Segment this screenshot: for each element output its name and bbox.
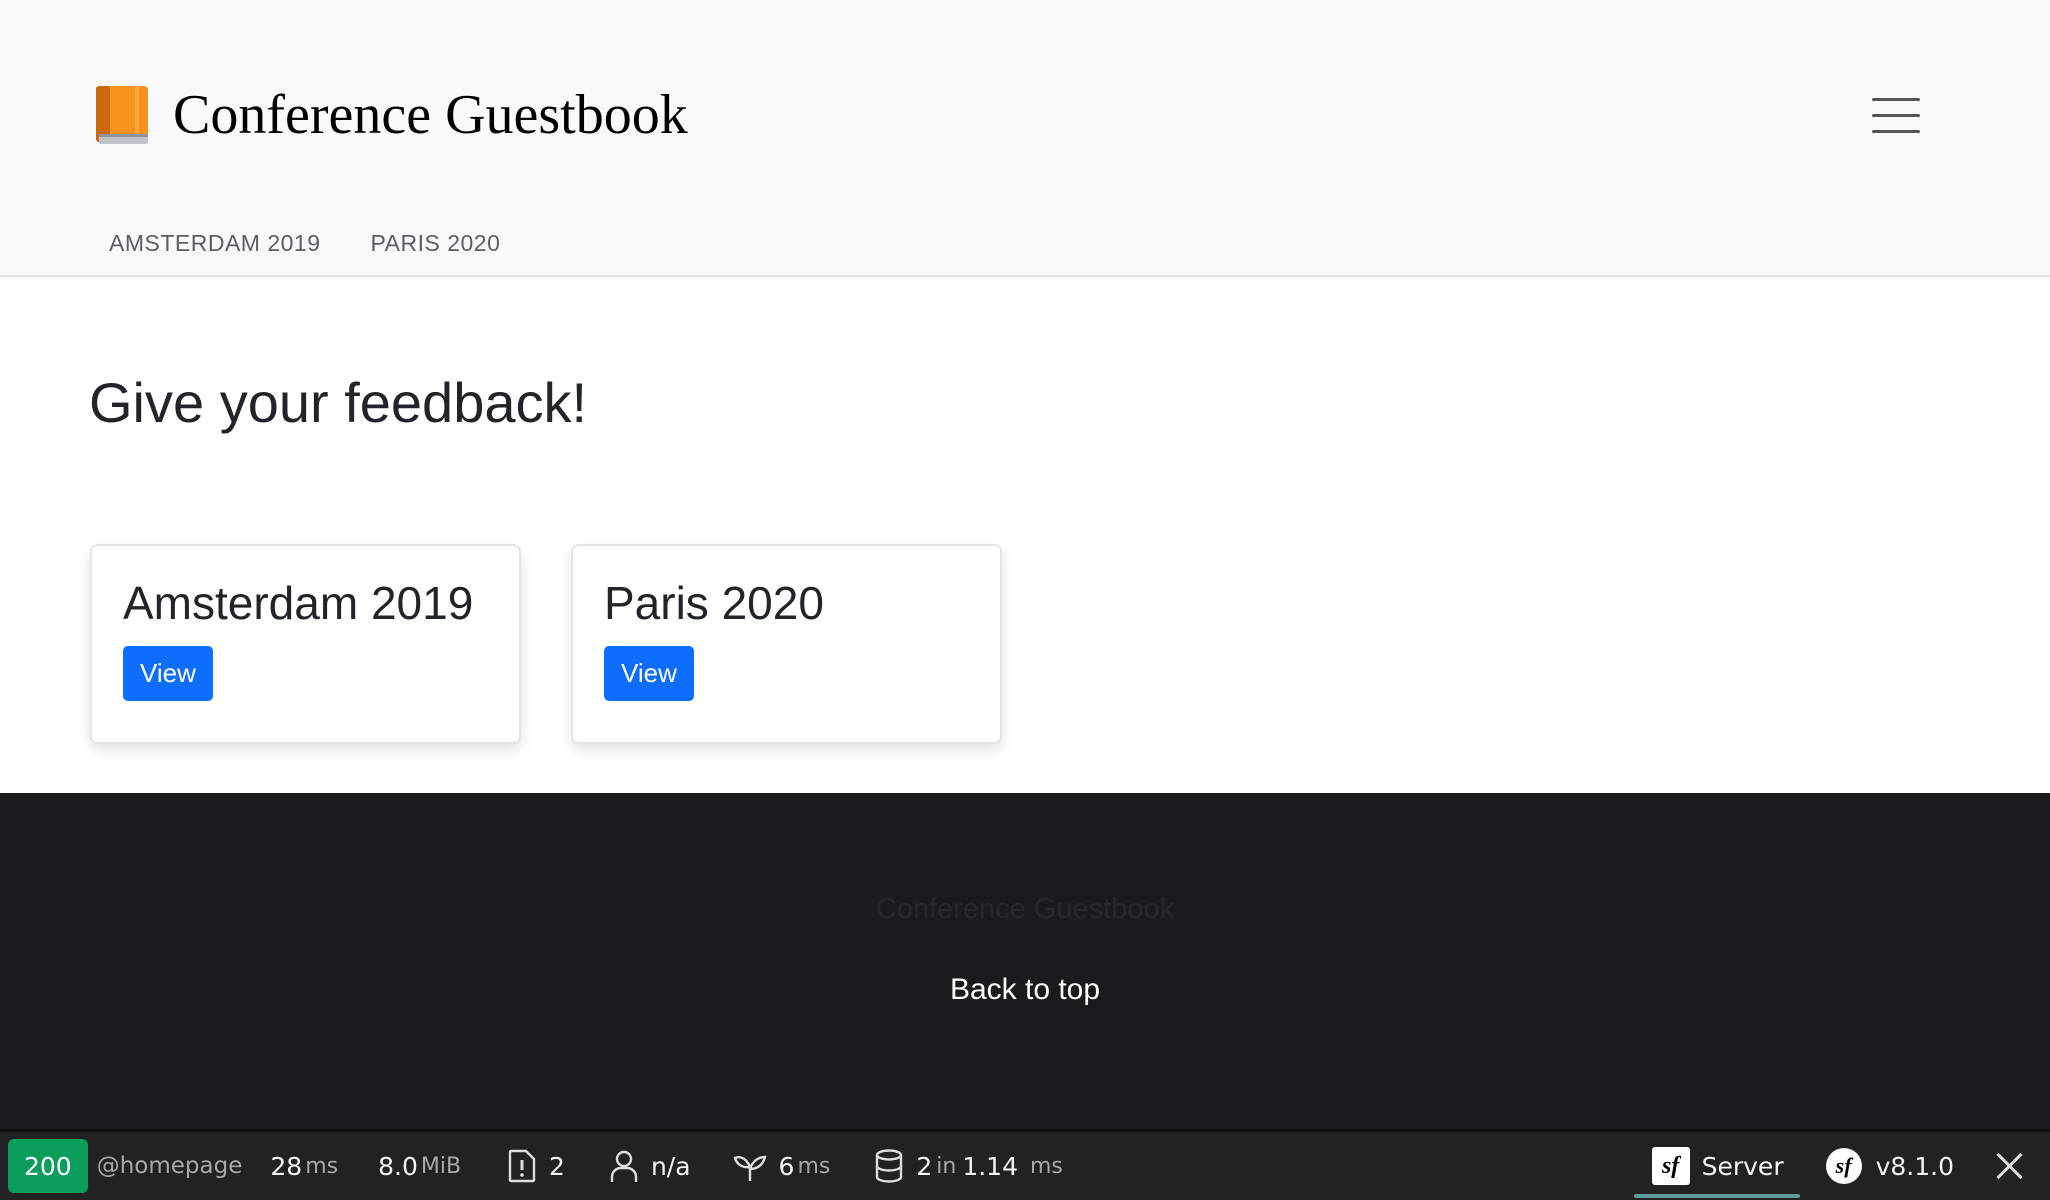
view-button-paris-2020[interactable]: View <box>604 646 694 701</box>
back-to-top-link[interactable]: Back to top <box>950 973 1100 1006</box>
hamburger-icon <box>1872 98 1920 101</box>
time-panel[interactable]: 28 ms <box>270 1132 338 1200</box>
debug-toolbar: 200 @homepage 28 ms 8.0 MiB 2 n/a 6 ms 2… <box>0 1129 2050 1200</box>
log-file-icon <box>507 1149 537 1183</box>
database-icon <box>874 1149 904 1183</box>
conference-nav: AMSTERDAM 2019 PARIS 2020 <box>109 230 500 257</box>
site-footer: Conference Guestbook Back to top <box>0 793 2050 1129</box>
view-button-amsterdam-2019[interactable]: View <box>123 646 213 701</box>
logs-panel[interactable]: 2 <box>507 1132 565 1200</box>
route-label: @homepage <box>96 1153 243 1179</box>
site-header: Conference Guestbook AMSTERDAM 2019 PARI… <box>0 0 2050 277</box>
user-icon <box>609 1149 639 1183</box>
close-icon <box>1996 1152 2024 1180</box>
card-title: Paris 2020 <box>604 577 824 629</box>
card-title: Amsterdam 2019 <box>123 577 474 629</box>
brand-title: Conference Guestbook <box>173 84 688 146</box>
conference-card-amsterdam-2019: Amsterdam 2019 View <box>90 544 521 744</box>
conference-cards: Amsterdam 2019 View Paris 2020 View <box>90 544 1002 744</box>
route-name[interactable]: @homepage <box>97 1132 243 1200</box>
brand-link[interactable]: Conference Guestbook <box>93 78 688 152</box>
nav-item-amsterdam-2019[interactable]: AMSTERDAM 2019 <box>109 230 321 257</box>
orange-book-icon <box>93 84 151 146</box>
nav-item-paris-2020[interactable]: PARIS 2020 <box>371 230 501 257</box>
user-panel[interactable]: n/a <box>609 1132 691 1200</box>
toolbar-close-button[interactable] <box>1996 1132 2024 1200</box>
conference-card-paris-2020: Paris 2020 View <box>571 544 1002 744</box>
symfony-version-panel[interactable]: sf v8.1.0 <box>1825 1132 1954 1200</box>
database-panel[interactable]: 2 in 1.14 ms <box>874 1132 1063 1200</box>
footer-brand: Conference Guestbook <box>875 893 1175 925</box>
status-badge[interactable]: 200 <box>8 1139 88 1193</box>
symfony-logo-icon: sf <box>1825 1148 1862 1184</box>
memory-panel[interactable]: 8.0 MiB <box>378 1132 461 1200</box>
hamburger-menu-button[interactable] <box>1870 92 1930 140</box>
symfony-logo-icon: sf <box>1651 1147 1690 1185</box>
page-title: Give your feedback! <box>89 371 588 434</box>
twig-leaf-icon <box>733 1149 767 1183</box>
twig-panel[interactable]: 6 ms <box>733 1132 830 1200</box>
server-panel[interactable]: sf Server <box>1633 1132 1800 1200</box>
